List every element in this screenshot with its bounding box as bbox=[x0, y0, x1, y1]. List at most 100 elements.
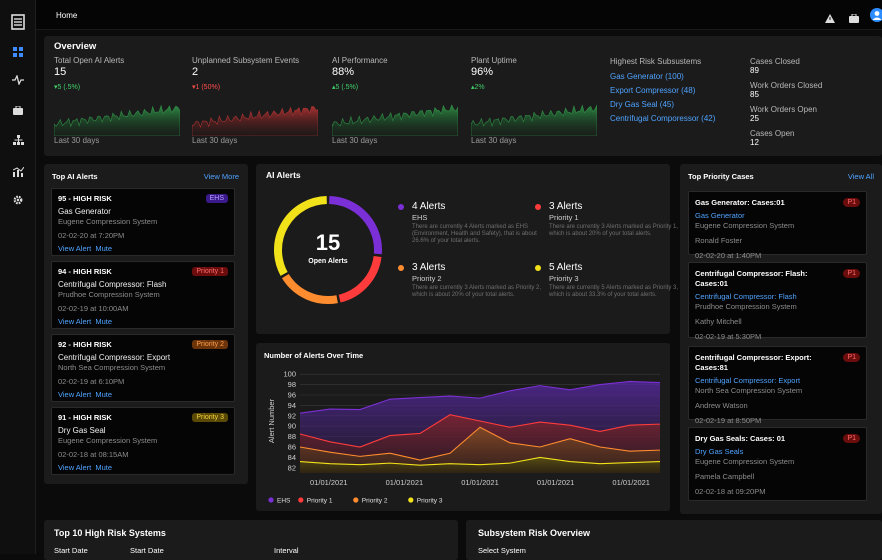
briefcase-icon[interactable] bbox=[0, 98, 36, 122]
case-title: Centrifugal Compressor: Export: Cases:81 bbox=[695, 353, 812, 372]
mute-alert-link[interactable]: Mute bbox=[95, 390, 112, 399]
legend-alert-description: There are currently 3 Alerts marked as P… bbox=[412, 285, 542, 298]
settings-gear-icon[interactable] bbox=[0, 188, 36, 212]
legend-marker bbox=[353, 497, 359, 503]
priority-cases-title: Top Priority Cases bbox=[688, 172, 754, 181]
metric-value: 88% bbox=[332, 66, 355, 78]
top-10-high-risk-panel: Top 10 High Risk Systems Start Date Star… bbox=[44, 520, 458, 560]
legend-alert-kind: Priority 1 bbox=[549, 213, 579, 222]
metric-value: 2 bbox=[192, 66, 199, 78]
y-tick-label: 98 bbox=[288, 380, 296, 389]
risk-item-export-compressor[interactable]: Export Compressor (48) bbox=[610, 84, 750, 98]
y-tick-label: 84 bbox=[288, 453, 296, 462]
alerts-over-time-panel: Number of Alerts Over Time 82 84 86 88 90 92 9… bbox=[256, 343, 670, 511]
case-subsystem-link[interactable]: Dry Gas Seals bbox=[695, 447, 860, 456]
metric-period: Last 30 days bbox=[332, 136, 378, 145]
metric-delta: ▾5 (.5%) bbox=[54, 84, 81, 91]
view-alert-link[interactable]: View Alert bbox=[58, 463, 91, 472]
mute-alert-link[interactable]: Mute bbox=[95, 317, 112, 326]
alert-card[interactable]: 91 - HIGH RISK Priority 3 Dry Gas Seal E… bbox=[51, 407, 235, 475]
alert-risk-score: 95 - HIGH RISK bbox=[58, 194, 112, 203]
x-tick-label: 01/01/2021 bbox=[537, 478, 575, 487]
case-subsystem-link[interactable]: Gas Generator bbox=[695, 211, 860, 220]
view-alert-link[interactable]: View Alert bbox=[58, 317, 91, 326]
view-all-link[interactable]: View All bbox=[848, 172, 874, 181]
alert-card[interactable]: 94 - HIGH RISK Priority 1 Centrifugal Co… bbox=[51, 261, 235, 329]
case-timestamp: 02-02-20 at 1:40PM bbox=[695, 251, 762, 260]
case-system-name: Eugene Compression System bbox=[695, 457, 795, 466]
work-orders-closed-value: 85 bbox=[750, 90, 759, 99]
legend-alert-description: There are currently 5 Alerts marked as P… bbox=[549, 285, 679, 298]
highest-risk-list: Highest Risk Subsustems Gas Generator (1… bbox=[610, 57, 750, 126]
metric-label: AI Performance bbox=[332, 56, 388, 65]
user-avatar[interactable] bbox=[870, 8, 882, 22]
metric-sparkline bbox=[332, 104, 458, 136]
y-axis-label: Alert Number bbox=[267, 398, 276, 443]
case-timestamp: 02-02-18 at 09:20PM bbox=[695, 487, 766, 496]
legend-marker bbox=[268, 497, 274, 503]
ai-alert-legend-item: 3 Alerts Priority 1 There are currently … bbox=[535, 201, 679, 238]
dashboard-icon[interactable] bbox=[0, 40, 36, 64]
risk-item-centrifugal-compressor[interactable]: Centrifugal Comporessor (42) bbox=[610, 112, 750, 126]
briefcase-icon[interactable] bbox=[849, 10, 859, 28]
overview-metric: Total Open AI Alerts 15 ▾5 (.5%) bbox=[54, 56, 184, 91]
analytics-icon[interactable] bbox=[0, 160, 36, 184]
alert-card[interactable]: 95 - HIGH RISK EHS Gas Generator Eugene … bbox=[51, 188, 235, 256]
case-assignee: Pamela Campbell bbox=[695, 472, 755, 481]
ai-alert-legend-item: 5 Alerts Priority 3 There are currently … bbox=[535, 262, 679, 299]
alert-timestamp: 02-02-18 at 08:15AM bbox=[58, 450, 129, 459]
legend-alert-description: There are currently 4 Alerts marked as E… bbox=[412, 224, 537, 244]
priority-case-card[interactable]: Centrifugal Compressor: Flash: Cases:01 … bbox=[688, 262, 867, 341]
view-alert-link[interactable]: View Alert bbox=[58, 390, 91, 399]
priority-case-card[interactable]: Gas Generator: Cases:01 P1 Gas Generator… bbox=[688, 191, 867, 260]
view-more-link[interactable]: View More bbox=[204, 172, 239, 181]
y-tick-label: 92 bbox=[288, 411, 296, 420]
risk-item-gas-generator[interactable]: Gas Generator (100) bbox=[610, 70, 750, 84]
case-priority-badge: P1 bbox=[843, 353, 860, 362]
top-bar: Home bbox=[36, 0, 882, 30]
overview-metric: AI Performance 88% ▴5 (.5%) bbox=[332, 56, 462, 91]
hierarchy-icon[interactable] bbox=[0, 128, 36, 152]
legend-label: Priority 1 bbox=[307, 498, 333, 505]
metric-period: Last 30 days bbox=[471, 136, 517, 145]
y-tick-label: 88 bbox=[288, 432, 296, 441]
ai-alert-legend-item: 3 Alerts Priority 2 There are currently … bbox=[398, 262, 542, 299]
case-assignee: Kathy Mitchell bbox=[695, 317, 742, 326]
work-orders-open-value: 25 bbox=[750, 114, 759, 123]
legend-alert-description: There are currently 3 Alerts marked as P… bbox=[549, 224, 679, 237]
legend-dot bbox=[398, 204, 404, 210]
legend-marker bbox=[298, 497, 304, 503]
alert-priority-badge: Priority 3 bbox=[192, 413, 228, 422]
mute-alert-link[interactable]: Mute bbox=[95, 244, 112, 253]
case-title: Gas Generator: Cases:01 bbox=[695, 198, 785, 207]
mute-alert-link[interactable]: Mute bbox=[95, 463, 112, 472]
alert-timestamp: 02-02-20 at 7:20PM bbox=[58, 231, 125, 240]
donut-segment-priority-2 bbox=[281, 273, 338, 304]
alert-subsystem-name: Centrifugal Compressor: Flash bbox=[58, 280, 167, 289]
case-priority-badge: P1 bbox=[843, 198, 860, 207]
x-tick-label: 01/01/2021 bbox=[461, 478, 499, 487]
top-10-title: Top 10 High Risk Systems bbox=[54, 528, 166, 538]
case-system-name: Eugene Compression System bbox=[695, 221, 795, 230]
warning-icon[interactable] bbox=[825, 10, 835, 28]
view-alert-link[interactable]: View Alert bbox=[58, 244, 91, 253]
metric-label: Total Open AI Alerts bbox=[54, 56, 125, 65]
case-system-name: Prudhoe Compression System bbox=[695, 302, 797, 311]
metric-value: 96% bbox=[471, 66, 494, 78]
case-subsystem-link[interactable]: Centrifugal Compressor: Export bbox=[695, 376, 860, 385]
alert-card[interactable]: 92 - HIGH RISK Priority 2 Centrifugal Co… bbox=[51, 334, 235, 402]
priority-case-card[interactable]: Centrifugal Compressor: Export: Cases:81… bbox=[688, 346, 867, 425]
legend-dot bbox=[398, 265, 404, 271]
pulse-icon[interactable] bbox=[0, 68, 36, 92]
legend-alert-count: 3 Alerts bbox=[549, 201, 583, 212]
app-logo-icon[interactable] bbox=[0, 10, 36, 34]
x-tick-label: 01/01/2021 bbox=[386, 478, 424, 487]
risk-item-dry-gas-seal[interactable]: Dry Gas Seal (45) bbox=[610, 98, 750, 112]
legend-alert-kind: EHS bbox=[412, 213, 428, 222]
case-timestamp: 02-02-19 at 8:50PM bbox=[695, 416, 762, 425]
overview-panel: Overview Total Open AI Alerts 15 ▾5 (.5%… bbox=[44, 36, 882, 156]
y-tick-label: 94 bbox=[288, 401, 296, 410]
overview-metric: Plant Uptime 96% ▴2% bbox=[471, 56, 601, 91]
priority-case-card[interactable]: Dry Gas Seals: Cases: 01 P1 Dry Gas Seal… bbox=[688, 427, 867, 501]
case-subsystem-link[interactable]: Centrifugal Compressor: Flash bbox=[695, 292, 860, 301]
